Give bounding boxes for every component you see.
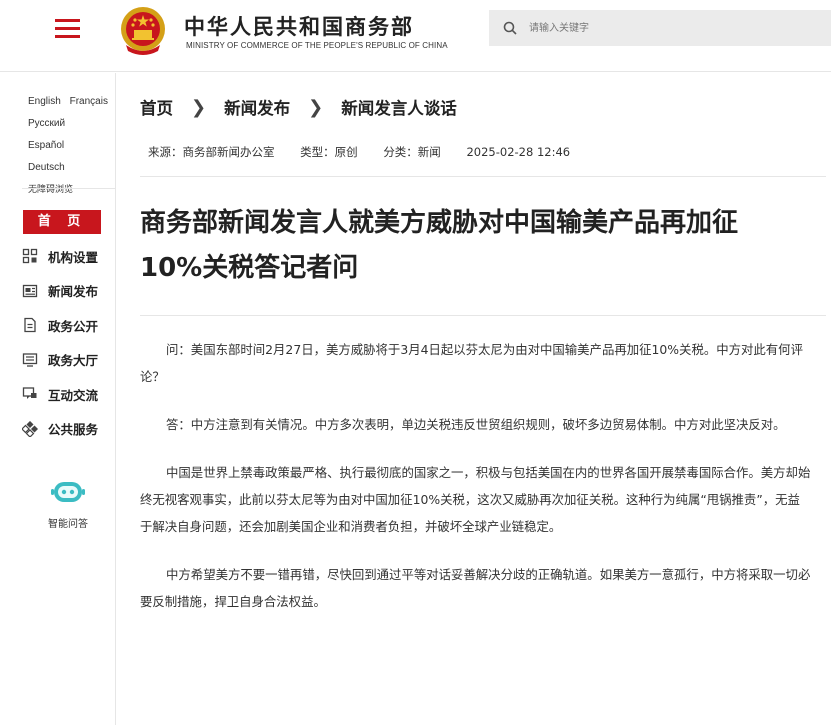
sidebar: English Français Русский Español Deutsch… [0, 73, 116, 725]
search-input[interactable] [529, 10, 831, 46]
nav-item-label: 机构设置 [48, 249, 99, 265]
search-box [489, 10, 831, 46]
language-links: English Français Русский Español Deutsch… [28, 91, 115, 201]
smart-qa-button[interactable]: 智能问答 [42, 477, 94, 530]
divider [140, 176, 826, 177]
main-content: 首页 ❯ 新闻发布 ❯ 新闻发言人谈话 来源：商务部新闻办公室 类型：原创 分类… [140, 73, 831, 725]
nav-home-button[interactable]: 首 页 [23, 210, 101, 234]
divider [22, 188, 116, 189]
nav-item-label: 政务大厅 [48, 353, 99, 369]
chevron-right-icon: ❯ [308, 96, 324, 118]
nav-item-news[interactable]: 新闻发布 [22, 274, 116, 309]
smart-qa-label: 智能问答 [48, 519, 88, 530]
meta-type: 类型：原创 [300, 145, 358, 159]
nav-item-label: 政务公开 [48, 318, 99, 334]
lang-russian-link[interactable]: Русский [28, 118, 65, 129]
national-emblem-icon [121, 7, 165, 55]
breadcrumb-spokesperson-link[interactable]: 新闻发言人谈话 [341, 95, 457, 119]
public-service-icon [22, 420, 38, 437]
document-icon [24, 318, 36, 333]
lang-english-link[interactable]: English [28, 96, 61, 107]
site-subtitle: MINISTRY OF COMMERCE OF THE PEOPLE'S REP… [186, 41, 448, 50]
barrier-free-link[interactable]: 无障碍浏览 [28, 185, 73, 195]
meta-source: 来源：商务部新闻办公室 [148, 145, 275, 159]
lang-french-link[interactable]: Français [70, 96, 108, 107]
article-meta: 来源：商务部新闻办公室 类型：原创 分类：新闻 2025-02-28 12:46 [148, 144, 592, 160]
site-header: 中华人民共和国商务部 MINISTRY OF COMMERCE OF THE P… [0, 0, 831, 72]
nav-item-label: 公共服务 [48, 422, 99, 438]
nav-item-service-hall[interactable]: 政务大厅 [22, 343, 116, 378]
meta-category: 分类：新闻 [383, 145, 441, 159]
lang-spanish-link[interactable]: Español [28, 140, 64, 151]
article-paragraph: 中国是世界上禁毒政策最严格、执行最彻底的国家之一，积极与包括美国在内的世界各国开… [140, 465, 811, 534]
search-icon[interactable] [503, 21, 517, 35]
service-hall-icon [22, 353, 38, 367]
breadcrumb-home-link[interactable]: 首页 [140, 95, 173, 119]
meta-datetime: 2025-02-28 12:46 [466, 145, 571, 159]
nav-item-label: 新闻发布 [48, 284, 99, 300]
chevron-right-icon: ❯ [191, 96, 207, 118]
nav-item-org[interactable]: 机构设置 [22, 239, 116, 274]
menu-icon[interactable] [55, 19, 80, 38]
nav-list: 机构设置 新闻发布 政务公开 政务大厅 互动交流 公共服务 [22, 239, 116, 446]
article-body: 问：美国东部时间2月27日，美方威胁将于3月4日起以芬太尼为由对中国输美产品再加… [140, 336, 812, 636]
nav-item-interaction[interactable]: 互动交流 [22, 377, 116, 412]
breadcrumb-news-link[interactable]: 新闻发布 [224, 95, 290, 119]
interaction-icon [22, 387, 37, 400]
article-paragraph: 中方希望美方不要一错再错，尽快回到通过平等对话妥善解决分歧的正确轨道。如果美方一… [140, 567, 811, 609]
nav-item-public-service[interactable]: 公共服务 [22, 412, 116, 447]
nav-item-gov-affairs[interactable]: 政务公开 [22, 308, 116, 343]
divider [140, 315, 826, 316]
nav-item-label: 互动交流 [48, 387, 99, 403]
chatbot-icon [51, 482, 85, 502]
article-title: 商务部新闻发言人就美方威胁对中国输美产品再加征10%关税答记者问 [140, 208, 739, 283]
news-icon [22, 284, 38, 297]
breadcrumb: 首页 ❯ 新闻发布 ❯ 新闻发言人谈话 [140, 95, 457, 119]
org-structure-icon [22, 249, 38, 264]
lang-german-link[interactable]: Deutsch [28, 162, 65, 173]
site-title: 中华人民共和国商务部 [184, 14, 414, 39]
article-paragraph: 答：中方注意到有关情况。中方多次表明，单边关税违反世贸组织规则，破坏多边贸易体制… [166, 417, 786, 432]
article-paragraph: 问：美国东部时间2月27日，美方威胁将于3月4日起以芬太尼为由对中国输美产品再加… [140, 342, 803, 384]
